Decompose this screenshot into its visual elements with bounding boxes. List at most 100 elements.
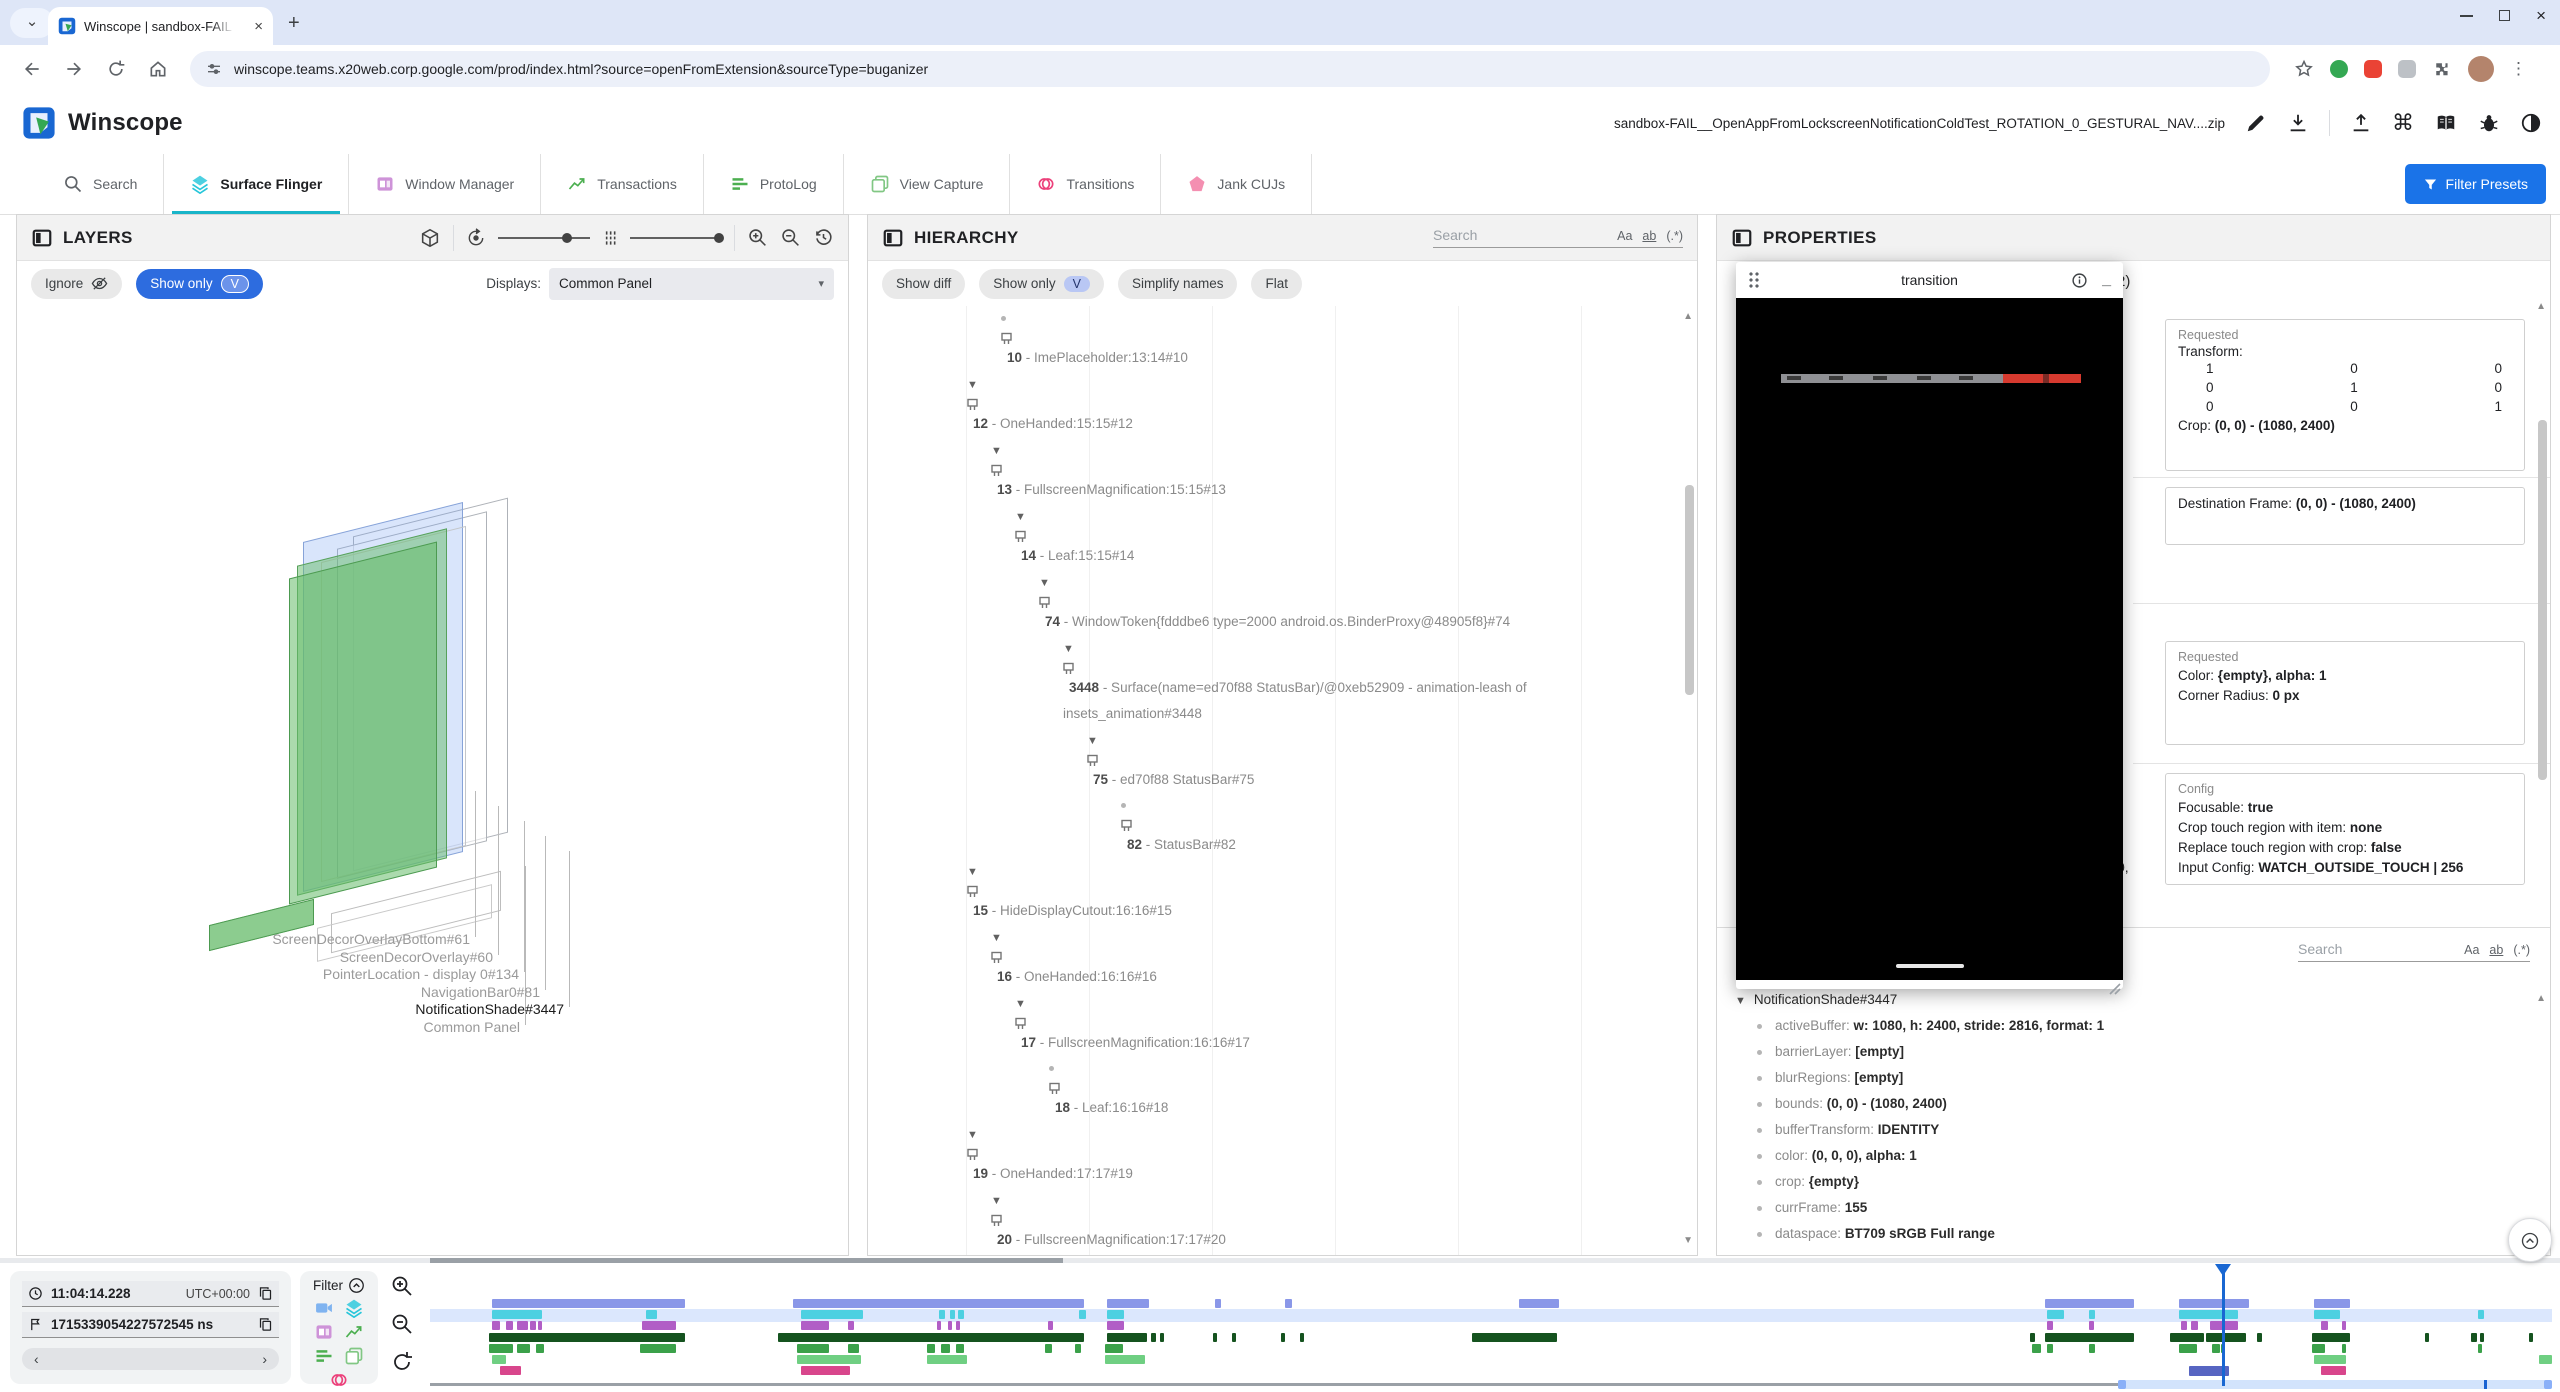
scroll-up-icon[interactable]: ▲ bbox=[1683, 311, 1693, 322]
expand-arrow-icon[interactable]: ▼ bbox=[1735, 995, 1746, 1007]
window-manager-segment[interactable] bbox=[956, 1321, 960, 1330]
transactions-segment[interactable] bbox=[1151, 1333, 1155, 1342]
surface-flinger-segment[interactable] bbox=[1107, 1310, 1124, 1319]
window-manager-segment[interactable] bbox=[2321, 1321, 2328, 1330]
tab-window-manager[interactable]: Window Manager bbox=[349, 154, 541, 214]
surface-flinger-segment[interactable] bbox=[2314, 1310, 2339, 1319]
protolog-segment[interactable] bbox=[517, 1344, 530, 1353]
property-blurRegions[interactable]: blurRegions: [empty] bbox=[1717, 1065, 2550, 1091]
surface-flinger-segment[interactable] bbox=[958, 1310, 963, 1319]
download-icon[interactable] bbox=[2287, 112, 2309, 134]
property-currFrame[interactable]: currFrame: 155 bbox=[1717, 1195, 2550, 1221]
transitions-icon[interactable] bbox=[329, 1370, 349, 1390]
surface-flinger-segment[interactable] bbox=[2478, 1310, 2484, 1319]
tab-view-capture[interactable]: View Capture bbox=[844, 154, 1011, 214]
window-manager-segment[interactable] bbox=[1048, 1321, 1053, 1330]
window-maximize-icon[interactable] bbox=[2499, 10, 2510, 21]
simplify-names-chip[interactable]: Simplify names bbox=[1118, 269, 1238, 299]
hierarchy-node-21[interactable]: ▼21 - Leaf:17:17#21 bbox=[868, 1253, 1697, 1256]
window-manager-segment[interactable] bbox=[538, 1321, 542, 1330]
upload-icon[interactable] bbox=[2350, 112, 2372, 134]
home-icon[interactable] bbox=[148, 59, 168, 79]
transactions-segment[interactable] bbox=[1472, 1333, 1557, 1342]
protolog-segment[interactable] bbox=[2047, 1344, 2053, 1353]
protolog-segment[interactable] bbox=[2032, 1344, 2040, 1353]
minimap-right-handle[interactable] bbox=[2544, 1380, 2552, 1389]
spacing-slider[interactable] bbox=[630, 237, 722, 239]
hierarchy-node-75[interactable]: ▼75 - ed70f88 StatusBar#75 bbox=[868, 727, 1697, 793]
hierarchy-node-10[interactable]: 10 - ImePlaceholder:13:14#10 bbox=[868, 306, 1697, 371]
browser-tab[interactable]: Winscope | sandbox-FAIL × bbox=[48, 7, 273, 45]
shortcuts-icon[interactable]: ⌘ bbox=[2392, 110, 2414, 136]
protolog-segment[interactable] bbox=[2212, 1344, 2219, 1353]
transactions-segment[interactable] bbox=[1281, 1333, 1285, 1342]
transactions-segment[interactable] bbox=[489, 1333, 684, 1342]
transactions-segment[interactable] bbox=[2312, 1333, 2350, 1342]
timeline-reset-zoom-icon[interactable] bbox=[390, 1350, 414, 1374]
tab-search[interactable]: Search bbox=[36, 154, 164, 214]
screen-recording-segment[interactable] bbox=[2179, 1299, 2249, 1308]
protolog-segment[interactable] bbox=[640, 1344, 676, 1353]
layer-label[interactable]: Common Panel bbox=[17, 1019, 520, 1035]
protolog-segment[interactable] bbox=[927, 1344, 935, 1353]
window-manager-segment[interactable] bbox=[530, 1321, 536, 1330]
minimap-left-handle[interactable] bbox=[2118, 1380, 2126, 1389]
collapse-panel-icon[interactable] bbox=[882, 227, 904, 249]
hierarchy-node-74[interactable]: ▼74 - WindowToken{fdddbe6 type=2000 andr… bbox=[868, 569, 1697, 635]
hierarchy-node-13[interactable]: ▼13 - FullscreenMagnification:15:15#13 bbox=[868, 437, 1697, 503]
protolog-segment[interactable] bbox=[2179, 1344, 2197, 1353]
hierarchy-node-16[interactable]: ▼16 - OneHanded:16:16#16 bbox=[868, 924, 1697, 990]
surface-flinger-segment[interactable] bbox=[939, 1310, 944, 1319]
surface-flinger-segment[interactable] bbox=[1079, 1310, 1085, 1319]
transactions-segment[interactable] bbox=[1213, 1333, 1217, 1342]
protolog-segment[interactable] bbox=[797, 1344, 829, 1353]
tab-transitions[interactable]: Transitions bbox=[1010, 154, 1161, 214]
layer-label[interactable]: ScreenDecorOverlay#60 bbox=[17, 949, 493, 965]
transactions-segment[interactable] bbox=[1300, 1333, 1304, 1342]
expand-arrow-icon[interactable]: ▼ bbox=[1087, 735, 1098, 747]
show-diff-chip[interactable]: Show diff bbox=[882, 269, 965, 299]
hierarchy-node-19[interactable]: ▼19 - OneHanded:17:17#19 bbox=[868, 1121, 1697, 1187]
match-case-toggle[interactable]: Aa bbox=[2464, 943, 2479, 957]
view-capture-segment[interactable] bbox=[492, 1355, 507, 1364]
view-capture-segment[interactable] bbox=[2314, 1355, 2346, 1364]
transitions-segment[interactable] bbox=[2321, 1366, 2346, 1375]
window-manager-icon[interactable] bbox=[314, 1322, 334, 1342]
flat-chip[interactable]: Flat bbox=[1251, 269, 1302, 299]
scroll-to-top-button[interactable] bbox=[2508, 1218, 2552, 1262]
property-dataspace[interactable]: dataspace: BT709 sRGB Full range bbox=[1717, 1221, 2550, 1247]
scroll-down-icon[interactable]: ▼ bbox=[1683, 1235, 1693, 1246]
screen-recording-segment[interactable] bbox=[492, 1299, 685, 1308]
extension-icon-red[interactable] bbox=[2364, 60, 2382, 78]
protolog-segment[interactable] bbox=[2312, 1344, 2325, 1353]
window-manager-segment[interactable] bbox=[2342, 1321, 2346, 1330]
expand-arrow-icon[interactable]: ▼ bbox=[967, 866, 978, 878]
window-minimize-icon[interactable] bbox=[2460, 15, 2473, 17]
surface-flinger-segment[interactable] bbox=[950, 1310, 955, 1319]
hierarchy-node-18[interactable]: 18 - Leaf:16:16#18 bbox=[868, 1056, 1697, 1121]
expand-arrow-icon[interactable]: ▼ bbox=[1039, 577, 1050, 589]
timeline-zoom-in-icon[interactable] bbox=[390, 1274, 414, 1298]
window-manager-segment[interactable] bbox=[506, 1321, 512, 1330]
extensions-puzzle-icon[interactable] bbox=[2432, 59, 2452, 79]
new-tab-button[interactable]: + bbox=[288, 12, 300, 35]
transactions-segment[interactable] bbox=[2257, 1333, 2262, 1342]
window-close-icon[interactable]: × bbox=[2536, 10, 2546, 21]
url-bar[interactable]: winscope.teams.x20web.corp.google.com/pr… bbox=[190, 51, 2270, 87]
property-activeBuffer[interactable]: activeBuffer: w: 1080, h: 2400, stride: … bbox=[1717, 1013, 2550, 1039]
frame-scrollbar[interactable]: ‹ › bbox=[22, 1348, 279, 1370]
window-manager-segment[interactable] bbox=[2181, 1321, 2187, 1330]
window-manager-segment[interactable] bbox=[848, 1321, 854, 1330]
match-case-toggle[interactable]: Aa bbox=[1617, 229, 1632, 243]
regex-toggle[interactable]: (.*) bbox=[2513, 943, 2530, 957]
protolog-segment[interactable] bbox=[1075, 1344, 1081, 1353]
hierarchy-node-14[interactable]: ▼14 - Leaf:15:15#14 bbox=[868, 503, 1697, 569]
view-capture-segment[interactable] bbox=[797, 1355, 861, 1364]
reload-icon[interactable] bbox=[106, 59, 126, 79]
collapse-panel-icon[interactable] bbox=[31, 227, 53, 249]
match-word-toggle[interactable]: ab bbox=[2489, 943, 2503, 957]
zoom-out-icon[interactable] bbox=[780, 227, 801, 248]
hierarchy-node-82[interactable]: 82 - StatusBar#82 bbox=[868, 793, 1697, 858]
protolog-segment[interactable] bbox=[1105, 1344, 1123, 1353]
hierarchy-node-17[interactable]: ▼17 - FullscreenMagnification:16:16#17 bbox=[868, 990, 1697, 1056]
